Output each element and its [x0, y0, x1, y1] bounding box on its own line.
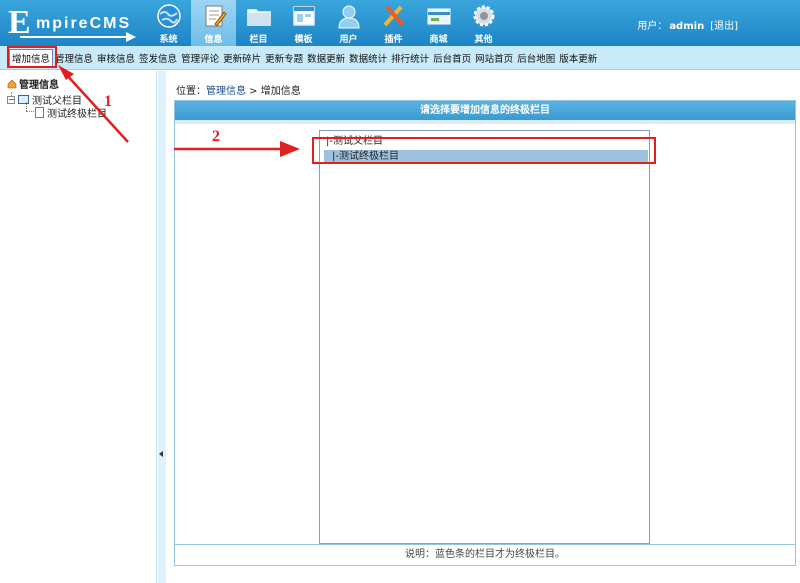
username: admin	[669, 21, 705, 32]
breadcrumb-link[interactable]: 管理信息	[206, 86, 246, 97]
menu-review-info[interactable]: 审核信息	[95, 51, 137, 65]
tree-node-leaf[interactable]: 测试终极栏目	[35, 105, 107, 120]
sidebar: 管理信息 − 测试父栏目 测试终极栏目	[0, 71, 157, 583]
logo-text: mpireCMS	[36, 15, 132, 32]
document-icon	[35, 107, 44, 118]
tools-icon	[383, 5, 404, 27]
logo-initial: E	[8, 4, 31, 41]
menu-ranking-stats[interactable]: 排行统计	[389, 51, 431, 65]
collapse-icon[interactable]: −	[7, 95, 15, 104]
sidebar-splitter[interactable]	[158, 71, 166, 583]
nav-label: 模板	[294, 35, 313, 45]
nav-system[interactable]: 系统	[146, 0, 191, 46]
menu-site-home[interactable]: 网站首页	[473, 51, 515, 65]
empirecms-logo: E mpireCMS	[6, 6, 138, 42]
nav-user[interactable]: 用户	[326, 0, 371, 46]
user-label: 用户：	[637, 21, 668, 32]
nav-label: 系统	[159, 35, 178, 45]
nav-label: 信息	[204, 35, 223, 45]
menu-sign-info[interactable]: 签发信息	[137, 51, 179, 65]
breadcrumb-prefix: 位置：	[176, 86, 206, 97]
menu-admin-home[interactable]: 后台首页	[431, 51, 473, 65]
top-header: E mpireCMS 系统 信息 栏目 模板 用户 插件 商城 其他 用户： a…	[0, 0, 800, 46]
nav-info[interactable]: 信息	[191, 0, 236, 46]
menu-manage-info[interactable]: 管理信息	[53, 51, 95, 65]
nav-label: 插件	[384, 35, 403, 45]
breadcrumb: 位置：管理信息 > 增加信息	[176, 82, 301, 97]
select-column-panel: 请选择要增加信息的终极栏目 |-测试父栏目 |-测试终极栏目 说明：蓝色条的栏目…	[174, 100, 796, 566]
nav-shop[interactable]: 商城	[416, 0, 461, 46]
nav-label: 商城	[429, 35, 448, 45]
gear-icon	[473, 5, 494, 27]
tree-node-label: 测试终极栏目	[47, 109, 107, 120]
nav-label: 栏目	[249, 35, 268, 45]
menu-update-topics[interactable]: 更新专题	[263, 51, 305, 65]
menu-update-fragments[interactable]: 更新碎片	[221, 51, 263, 65]
nav-plugin[interactable]: 插件	[371, 0, 416, 46]
nav-template[interactable]: 模板	[281, 0, 326, 46]
user-icon	[337, 5, 360, 29]
card-icon	[427, 8, 450, 25]
collapse-sidebar-icon[interactable]	[159, 451, 163, 457]
breadcrumb-current: 增加信息	[260, 86, 301, 97]
panel-title: 请选择要增加信息的终极栏目	[175, 101, 795, 120]
folder-icon	[246, 9, 271, 26]
logout-link[interactable]: [退出]	[710, 21, 738, 32]
nav-label: 其他	[474, 35, 493, 45]
window-template-icon	[292, 6, 315, 26]
document-edit-icon	[205, 5, 227, 27]
menu-add-info[interactable]: 增加信息	[9, 48, 54, 67]
menu-data-update[interactable]: 数据更新	[305, 51, 347, 65]
column-option-parent[interactable]: |-测试父栏目	[324, 135, 648, 149]
menu-data-stats[interactable]: 数据统计	[347, 51, 389, 65]
app-window: E mpireCMS 系统 信息 栏目 模板 用户 插件 商城 其他 用户： a…	[0, 0, 800, 583]
column-listbox[interactable]: |-测试父栏目 |-测试终极栏目	[319, 130, 650, 544]
tree-title[interactable]: 管理信息	[7, 76, 59, 91]
nav-label: 用户	[339, 35, 358, 45]
user-info: 用户： admin [退出]	[637, 17, 738, 32]
panel-body: |-测试父栏目 |-测试终极栏目	[175, 120, 795, 545]
folder-icon	[18, 95, 29, 104]
nav-other[interactable]: 其他	[461, 0, 506, 46]
tree-title-label: 管理信息	[19, 80, 59, 91]
menu-version-update[interactable]: 版本更新	[557, 51, 599, 65]
menu-manage-comments[interactable]: 管理评论	[179, 51, 221, 65]
home-icon	[7, 79, 17, 88]
globe-icon	[156, 4, 181, 28]
sub-menu-bar: 增加信息 管理信息 审核信息 签发信息 管理评论 更新碎片 更新专题 数据更新 …	[0, 46, 800, 70]
panel-note: 说明：蓝色条的栏目才为终极栏目。	[175, 544, 795, 565]
column-option-leaf[interactable]: |-测试终极栏目	[324, 150, 648, 164]
menu-admin-map[interactable]: 后台地图	[515, 51, 557, 65]
breadcrumb-separator: >	[246, 86, 261, 97]
nav-column[interactable]: 栏目	[236, 0, 281, 46]
top-nav: 系统 信息 栏目 模板 用户 插件 商城 其他	[146, 0, 506, 46]
